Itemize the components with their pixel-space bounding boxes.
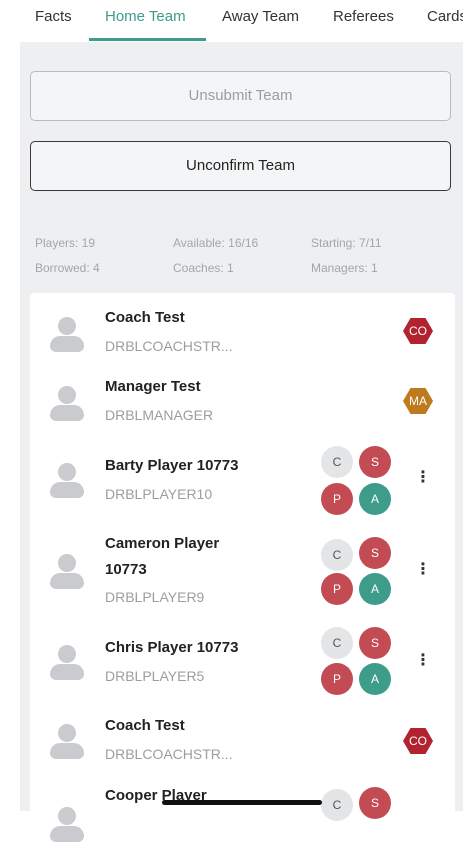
starting-toggle[interactable]: S	[359, 787, 391, 819]
person-code: DRBLPLAYER9	[105, 589, 205, 605]
tab-facts[interactable]: Facts	[35, 8, 72, 25]
starting-count: Starting: 7/11	[311, 236, 382, 250]
person-code: DRBLPLAYER10	[105, 486, 213, 502]
played-toggle[interactable]: P	[321, 483, 353, 515]
played-toggle[interactable]: P	[321, 663, 353, 695]
available-toggle[interactable]: A	[359, 483, 391, 515]
person-name: Coach Test	[105, 309, 185, 326]
list-item[interactable]: Cameron Player 10773 DRBLPLAYER9 C S P A…	[30, 528, 455, 623]
avatar-icon	[50, 645, 84, 683]
starting-toggle[interactable]: S	[359, 446, 391, 478]
list-item[interactable]: Manager Test DRBLMANAGER MA	[30, 371, 455, 443]
unconfirm-team-button[interactable]: Unconfirm Team	[30, 141, 451, 191]
captain-toggle[interactable]: C	[321, 789, 353, 821]
person-name: Coach Test	[105, 717, 185, 734]
avatar-icon	[50, 463, 84, 501]
more-options-icon[interactable]: ⋮	[415, 651, 431, 671]
list-item[interactable]: Chris Player 10773 DRBLPLAYER5 C S P A ⋮	[30, 623, 455, 711]
active-tab-indicator	[89, 38, 206, 41]
person-code: DRBLCOACHSTR...	[105, 746, 233, 762]
captain-toggle[interactable]: C	[321, 446, 353, 478]
avatar-icon	[50, 386, 84, 424]
managers-count: Managers: 1	[311, 261, 378, 275]
tab-bar: Facts Home Team Away Team Referees Cards	[0, 0, 463, 42]
avatar-icon	[50, 807, 84, 845]
players-count: Players: 19	[35, 236, 96, 250]
person-name: Cooper Player	[105, 787, 207, 804]
coach-badge: CO	[403, 318, 433, 344]
tab-cards[interactable]: Cards	[427, 8, 463, 25]
coach-badge: CO	[403, 728, 433, 754]
starting-toggle[interactable]: S	[359, 537, 391, 569]
played-toggle[interactable]: P	[321, 573, 353, 605]
avatar-icon	[50, 317, 84, 355]
person-name: Chris Player 10773	[105, 639, 239, 656]
unsubmit-team-button[interactable]: Unsubmit Team	[30, 71, 451, 121]
person-name-line-2: 10773	[105, 561, 147, 578]
available-toggle[interactable]: A	[359, 573, 391, 605]
borrowed-count: Borrowed: 4	[35, 261, 100, 275]
more-options-icon[interactable]: ⋮	[415, 560, 431, 580]
person-code: DRBLCOACHSTR...	[105, 338, 233, 354]
more-options-icon[interactable]: ⋮	[415, 468, 431, 488]
person-name: Manager Test	[105, 378, 201, 395]
list-item[interactable]: Barty Player 10773 DRBLPLAYER10 C S P A …	[30, 443, 455, 528]
tab-away-team[interactable]: Away Team	[222, 8, 299, 25]
person-name-line-1: Cameron Player	[105, 535, 220, 552]
list-item[interactable]: Coach Test DRBLCOACHSTR... CO	[30, 293, 455, 371]
starting-toggle[interactable]: S	[359, 627, 391, 659]
person-code: DRBLPLAYER5	[105, 668, 205, 684]
team-list: Coach Test DRBLCOACHSTR... CO Manager Te…	[30, 293, 455, 842]
list-item[interactable]: Coach Test DRBLCOACHSTR... CO	[30, 711, 455, 779]
tab-home-team[interactable]: Home Team	[105, 8, 186, 25]
person-name: Barty Player 10773	[105, 457, 239, 474]
home-indicator[interactable]	[162, 800, 322, 805]
available-toggle[interactable]: A	[359, 663, 391, 695]
avatar-icon	[50, 724, 84, 762]
tab-referees[interactable]: Referees	[333, 8, 394, 25]
manager-badge: MA	[403, 388, 433, 414]
available-count: Available: 16/16	[173, 236, 259, 250]
captain-toggle[interactable]: C	[321, 627, 353, 659]
person-code: DRBLMANAGER	[105, 407, 214, 423]
captain-toggle[interactable]: C	[321, 539, 353, 571]
avatar-icon	[50, 554, 84, 592]
coaches-count: Coaches: 1	[173, 261, 234, 275]
